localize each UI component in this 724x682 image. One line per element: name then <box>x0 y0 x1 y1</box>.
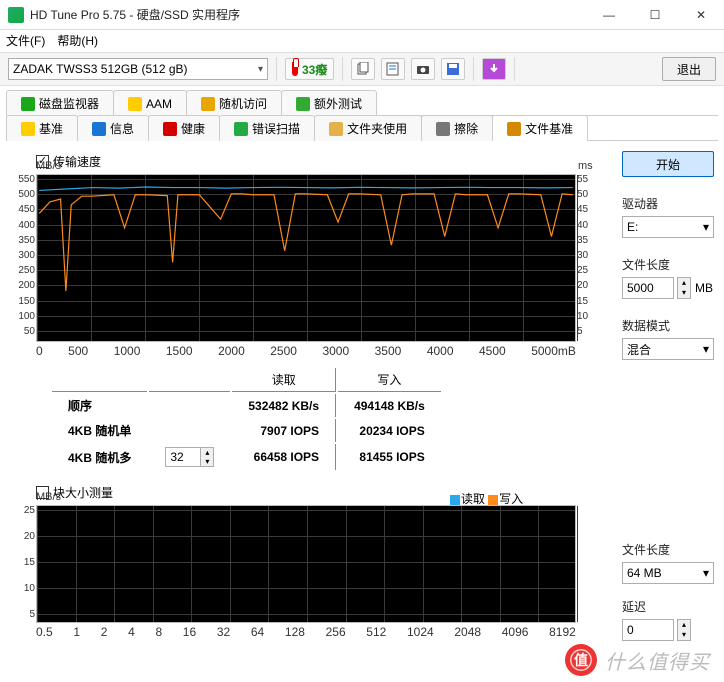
copy-info-button[interactable] <box>381 58 405 80</box>
tab-icon <box>163 122 177 136</box>
chart2-unit-left: MB/s <box>36 491 61 503</box>
tab-icon <box>329 122 343 136</box>
qdepth-spinner[interactable]: ▴▾ <box>200 447 214 467</box>
delay-label: 延迟 <box>622 598 714 615</box>
tab-icon <box>296 97 310 111</box>
tab-错误扫描[interactable]: 错误扫描 <box>219 115 315 141</box>
tab-文件基准[interactable]: 文件基准 <box>492 115 588 141</box>
app-icon <box>8 7 24 23</box>
chevron-down-icon: ▾ <box>703 220 709 234</box>
exit-button[interactable]: 退出 <box>662 57 716 81</box>
maximize-button[interactable]: ☐ <box>632 0 678 30</box>
thermometer-icon <box>292 62 298 76</box>
chevron-down-icon: ▾ <box>258 64 263 75</box>
tab-icon <box>128 97 142 111</box>
tab-row-1: 磁盘监视器AAM随机访问额外测试 <box>6 90 718 116</box>
tab-磁盘监视器[interactable]: 磁盘监视器 <box>6 90 114 116</box>
col-write: 写入 <box>338 368 441 392</box>
tab-icon <box>21 97 35 111</box>
titlebar: HD Tune Pro 5.75 - 硬盘/SSD 实用程序 — ☐ ✕ <box>0 0 724 30</box>
legend-read-swatch <box>450 495 460 505</box>
filelen-label: 文件长度 <box>622 256 714 273</box>
tab-icon <box>507 122 521 136</box>
chart1-unit-right: ms <box>578 160 593 172</box>
window-title: HD Tune Pro 5.75 - 硬盘/SSD 实用程序 <box>30 6 586 23</box>
temperature-value: 33癈 <box>302 61 327 78</box>
mode-select[interactable]: 混合▾ <box>622 338 714 360</box>
tab-额外测试[interactable]: 额外测试 <box>281 90 377 116</box>
col-read: 读取 <box>232 368 336 392</box>
menu-bar: 文件(F) 帮助(H) <box>0 30 724 52</box>
filelen-spinner[interactable]: ▴▾ <box>677 277 691 299</box>
tab-信息[interactable]: 信息 <box>77 115 149 141</box>
tab-基准[interactable]: 基准 <box>6 115 78 141</box>
menu-help[interactable]: 帮助(H) <box>57 32 98 50</box>
toolbar: ZADAK TWSS3 512GB (512 gB) ▾ 33癈 退出 <box>0 52 724 86</box>
filelen2-select[interactable]: 64 MB▾ <box>622 562 714 584</box>
tab-group: 磁盘监视器AAM随机访问额外测试 基准信息健康错误扫描文件夹使用擦除文件基准 <box>0 86 724 141</box>
table-row: 4KB 随机单7907 IOPS20234 IOPS <box>52 419 441 442</box>
legend-write-swatch <box>488 495 498 505</box>
start-button[interactable]: 开始 <box>622 151 714 177</box>
filelen-input[interactable]: 5000 <box>622 277 674 299</box>
tab-icon <box>234 122 248 136</box>
blocksize-chart: 252015105 <box>36 505 576 623</box>
chart1-unit-left: MB/s <box>36 160 61 172</box>
temperature-badge: 33癈 <box>285 58 334 80</box>
copy-text-button[interactable] <box>351 58 375 80</box>
chart2-x-axis: 0.512481632641282565121024204840968192 <box>36 623 576 641</box>
qdepth-input[interactable]: 32 <box>165 447 201 467</box>
tab-健康[interactable]: 健康 <box>148 115 220 141</box>
delay-input[interactable]: 0 <box>622 619 674 641</box>
minimize-button[interactable]: — <box>586 0 632 30</box>
close-button[interactable]: ✕ <box>678 0 724 30</box>
tab-擦除[interactable]: 擦除 <box>421 115 493 141</box>
tab-icon <box>201 97 215 111</box>
screenshot-button[interactable] <box>411 58 435 80</box>
menu-file[interactable]: 文件(F) <box>6 32 45 50</box>
mode-label: 数据模式 <box>622 317 714 334</box>
save-button[interactable] <box>441 58 465 80</box>
drive-select[interactable]: ZADAK TWSS3 512GB (512 gB) ▾ <box>8 58 268 80</box>
transfer-chart: 5505550050450454004035035300302502520020… <box>36 174 576 342</box>
chevron-down-icon: ▾ <box>703 566 709 580</box>
drive-select-value: ZADAK TWSS3 512GB (512 gB) <box>13 62 188 76</box>
tab-row-2: 基准信息健康错误扫描文件夹使用擦除文件基准 <box>6 115 718 141</box>
tab-随机访问[interactable]: 随机访问 <box>186 90 282 116</box>
tab-文件夹使用[interactable]: 文件夹使用 <box>314 115 422 141</box>
tab-AAM[interactable]: AAM <box>113 90 187 116</box>
delay-spinner[interactable]: ▴▾ <box>677 619 691 641</box>
download-button[interactable] <box>482 58 506 80</box>
driver-select[interactable]: E:▾ <box>622 216 714 238</box>
driver-label: 驱动器 <box>622 195 714 212</box>
result-table: 读取写入 顺序532482 KB/s494148 KB/s4KB 随机单7907… <box>50 366 443 472</box>
table-row: 4KB 随机多32▴▾66458 IOPS81455 IOPS <box>52 444 441 470</box>
tab-icon <box>21 122 35 136</box>
blocksize-checkbox-label: 块大小测量 <box>53 484 113 501</box>
chart1-x-axis: 0500100015002000250030003500400045005000… <box>36 342 576 360</box>
main-panel: ✓ 传输速度 MB/s ms 5505550050450454004035035… <box>0 141 724 653</box>
filelen2-label: 文件长度 <box>622 541 714 558</box>
table-row: 顺序532482 KB/s494148 KB/s <box>52 394 441 417</box>
filelen-unit: MB <box>695 281 713 295</box>
chevron-down-icon: ▾ <box>703 342 709 356</box>
tab-icon <box>436 122 450 136</box>
tab-icon <box>92 122 106 136</box>
